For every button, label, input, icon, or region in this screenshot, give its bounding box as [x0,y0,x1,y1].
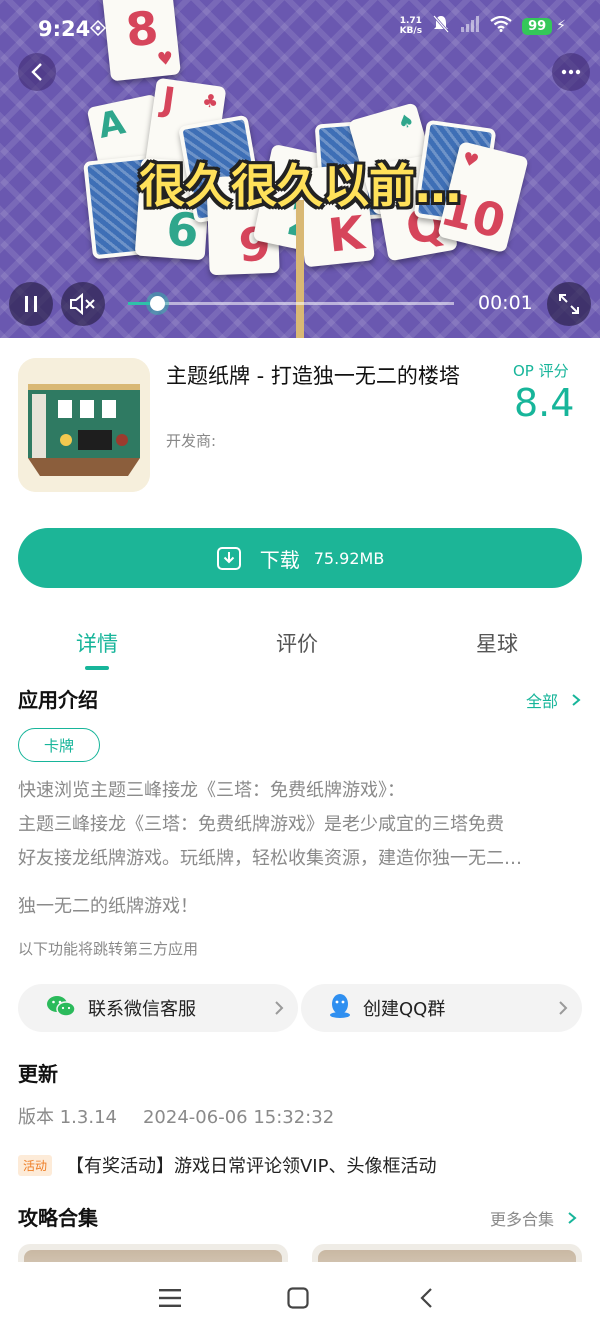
update-date: 2024-06-06 15:32:32 [142,1107,335,1128]
tab-active-indicator [85,666,109,670]
qq-icon [329,993,351,1023]
video-player[interactable]: 8 ♥ A J ♣ 6 9 2 K ♠ Q ♥ 10 很久很久以前… 9:24 [0,0,600,338]
network-speed: 1.71 KB/s [399,16,423,36]
intro-description-line: 快速浏览主题三峰接龙《三塔：免费纸牌游戏》： [18,780,405,801]
tab-community[interactable]: 星球 [437,628,557,658]
developer-label: 开发商: [166,432,217,450]
wechat-support-label: 联系微信客服 [88,999,196,1020]
version-info: 版本 1.3.14 2024-06-06 15:32:32 [18,1103,334,1129]
intro-description-line: 好友接龙纸牌游戏。玩纸牌，轻松收集资源，建造你独一无二… [18,848,522,869]
status-time: 9:24 [38,17,91,41]
pause-icon [25,296,37,312]
video-progress-handle[interactable] [150,296,166,311]
charging-icon: ⚡ [556,18,566,34]
more-icon [561,69,581,75]
club-suit-icon: ♣ [200,90,220,114]
guides-section-title: 攻略合集 [18,1206,98,1230]
signal-icon [460,16,480,36]
mute-notification-icon [432,14,450,38]
create-qq-group-label: 创建QQ群 [363,999,446,1020]
tab-details[interactable]: 详情 [37,628,157,658]
version-number: 版本 1.3.14 [18,1107,117,1128]
chevron-right-icon [559,1001,568,1015]
download-label: 下载 [259,547,300,572]
score-value: 8.4 [514,381,575,425]
back-button[interactable] [18,53,56,91]
intro-description-line: 主题三峰接龙《三塔：免费纸牌游戏》是老少咸宜的三塔免费 [18,814,504,835]
fullscreen-button[interactable] [547,282,591,326]
chevron-left-icon [31,63,42,81]
activity-badge: 活动 [18,1155,53,1176]
fullscreen-icon [559,294,579,314]
video-progress-bar[interactable] [128,296,454,311]
home-button[interactable] [278,1282,318,1314]
wechat-support-button[interactable]: 联系微信客服 [18,984,298,1032]
tab-reviews[interactable]: 评价 [237,628,357,658]
home-square-icon [287,1287,309,1309]
pause-button[interactable] [9,282,53,326]
video-elapsed-time: 00:01 [478,292,533,314]
create-qq-group-button[interactable]: 创建QQ群 [301,984,582,1032]
wifi-icon [490,15,512,36]
recent-apps-button[interactable] [150,1282,190,1314]
app-icon [18,358,150,492]
video-caption: 很久很久以前… [139,159,461,213]
intro-section-title: 应用介绍 [18,688,98,712]
back-chevron-icon [420,1288,432,1308]
sign-stick [296,200,304,338]
menu-icon [159,1289,181,1307]
chevron-right-icon [275,1001,284,1015]
intro-tagline: 独一无二的纸牌游戏！ [18,896,198,917]
download-size: 75.92MB [313,548,385,568]
category-tag[interactable]: 卡牌 [18,728,100,762]
location-icon [89,19,107,40]
status-bar: 9:24 1.71 KB/s 99 ⚡ [0,0,600,60]
chevron-right-icon [568,1212,577,1224]
system-navigation-bar [0,1262,600,1333]
activity-promo-link[interactable]: 【有奖活动】游戏日常评论领VIP、头像框活动 [66,1152,436,1178]
mute-button[interactable] [61,282,105,326]
tab-bar: 详情 评价 星球 [0,620,600,672]
spade-suit-icon: ♠ [395,109,417,135]
third-party-note: 以下功能将跳转第三方应用 [18,940,199,958]
more-options-button[interactable] [552,53,590,91]
wechat-icon [46,994,76,1022]
speaker-muted-icon [70,293,95,315]
guides-more-link[interactable]: 更多合集 [490,1206,577,1230]
chevron-right-icon [572,694,581,706]
score-label: OP 评分 [513,362,569,380]
download-icon [216,547,241,570]
intro-show-all-link[interactable]: 全部 [526,688,581,712]
app-title: 主题纸牌 - 打造独一无二的楼塔 [166,364,460,388]
battery-indicator: 99 [522,17,553,35]
download-button[interactable]: 下载 75.92MB [18,528,582,588]
system-back-button[interactable] [406,1282,446,1314]
update-section-title: 更新 [18,1062,58,1086]
